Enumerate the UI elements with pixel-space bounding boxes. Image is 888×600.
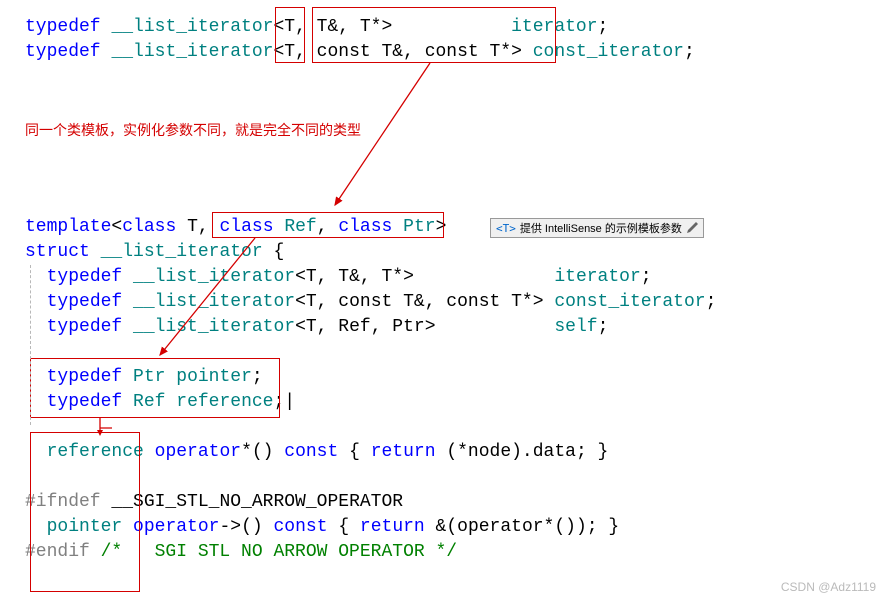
semicolon: ; (598, 317, 609, 337)
param-T: T (187, 217, 198, 237)
template-args: <T, T&, T*> (273, 17, 392, 37)
code-line: typedef __list_iterator<T, const T&, con… (25, 290, 888, 315)
return-type: reference (47, 442, 144, 462)
comma: , (317, 217, 339, 237)
intellisense-text: 提供 IntelliSense 的示例模板参数 (520, 220, 682, 236)
blank-line (25, 465, 888, 490)
blank-line (25, 90, 888, 115)
keyword-typedef: typedef (47, 267, 123, 287)
semicolon: ; (252, 367, 263, 387)
expr: &(operator*()); } (425, 517, 619, 537)
watermark: CSDN @Adz1119 (781, 580, 876, 594)
indent-guide (30, 265, 31, 425)
code-line: #ifndef __SGI_STL_NO_ARROW_OPERATOR (25, 490, 888, 515)
blank-line (25, 65, 888, 90)
op-symbol: *() (241, 442, 273, 462)
keyword-class: class (219, 217, 273, 237)
keyword-typedef: typedef (25, 42, 101, 62)
comma: , (198, 217, 220, 237)
semicolon: ;| (273, 392, 295, 412)
type-Ptr: Ptr (133, 367, 165, 387)
identifier: __list_iterator (111, 42, 273, 62)
brace-open: { (263, 242, 285, 262)
template-args: <T, const T&, const T*> (273, 42, 521, 62)
struct-name: __list_iterator (101, 242, 263, 262)
keyword-return: return (360, 517, 425, 537)
code-line: typedef __list_iterator<T, T&, T*> itera… (25, 265, 888, 290)
semicolon: ; (641, 267, 652, 287)
type-Ref: Ref (133, 392, 165, 412)
op-symbol: ->() (219, 517, 262, 537)
code-line: typedef __list_iterator<T, Ref, Ptr> sel… (25, 315, 888, 340)
preproc-endif: #endif (25, 542, 90, 562)
code-line: pointer operator->() const { return &(op… (25, 515, 888, 540)
keyword-class: class (122, 217, 176, 237)
keyword-struct: struct (25, 242, 90, 262)
type-name: const_iterator (533, 42, 684, 62)
identifier: __list_iterator (133, 267, 295, 287)
keyword-template: template (25, 217, 111, 237)
template-args: <T, const T&, const T*> (295, 292, 554, 312)
keyword-return: return (371, 442, 436, 462)
code-line: template<class T, class Ref, class Ptr> (25, 215, 888, 240)
blank-line (25, 190, 888, 215)
code-line: typedef __list_iterator<T, T&, T*> itera… (25, 15, 888, 40)
blank-line (25, 140, 888, 165)
code-line: typedef __list_iterator<T, const T&, con… (25, 40, 888, 65)
semicolon: ; (598, 17, 609, 37)
angle-close: > (436, 217, 447, 237)
type-name: const_iterator (554, 292, 705, 312)
keyword-operator: operator (133, 517, 219, 537)
code-line: struct __list_iterator { (25, 240, 888, 265)
identifier: __list_iterator (133, 317, 295, 337)
keyword-typedef: typedef (47, 367, 123, 387)
keyword-typedef: typedef (47, 292, 123, 312)
preproc-ifndef: #ifndef (25, 492, 101, 512)
return-type: pointer (47, 517, 123, 537)
template-badge-icon: <T> (496, 222, 516, 235)
blank-line (25, 415, 888, 440)
blank-line (25, 165, 888, 190)
param-Ptr: Ptr (403, 217, 435, 237)
angle-open: < (111, 217, 122, 237)
keyword-const: const (284, 442, 338, 462)
pencil-icon[interactable] (686, 222, 698, 234)
type-name: pointer (176, 367, 252, 387)
code-line: reference operator*() const { return (*n… (25, 440, 888, 465)
keyword-class: class (338, 217, 392, 237)
brace: { (338, 442, 370, 462)
keyword-typedef: typedef (47, 392, 123, 412)
semicolon: ; (706, 292, 717, 312)
type-name: self (554, 317, 597, 337)
macro-name: __SGI_STL_NO_ARROW_OPERATOR (101, 492, 403, 512)
code-line: #endif /* SGI STL NO ARROW OPERATOR */ (25, 540, 888, 565)
keyword-const: const (274, 517, 328, 537)
intellisense-hint[interactable]: <T> 提供 IntelliSense 的示例模板参数 (490, 218, 704, 238)
type-name: iterator (511, 17, 597, 37)
type-name: reference (176, 392, 273, 412)
code-editor: typedef __list_iterator<T, T&, T*> itera… (0, 0, 888, 565)
comment: /* SGI STL NO ARROW OPERATOR */ (90, 542, 457, 562)
type-name: iterator (554, 267, 640, 287)
param-Ref: Ref (284, 217, 316, 237)
identifier: __list_iterator (133, 292, 295, 312)
brace: { (328, 517, 360, 537)
keyword-operator: operator (155, 442, 241, 462)
code-line: typedef Ref reference;| (25, 390, 888, 415)
template-args: <T, Ref, Ptr> (295, 317, 435, 337)
semicolon: ; (684, 42, 695, 62)
keyword-typedef: typedef (25, 17, 101, 37)
annotation-text: 同一个类模板，实例化参数不同，就是完全不同的类型 (25, 120, 361, 140)
template-args: <T, T&, T*> (295, 267, 414, 287)
blank-line (25, 340, 888, 365)
identifier: __list_iterator (111, 17, 273, 37)
keyword-typedef: typedef (47, 317, 123, 337)
code-line: typedef Ptr pointer; (25, 365, 888, 390)
expr: (*node).data; } (436, 442, 609, 462)
